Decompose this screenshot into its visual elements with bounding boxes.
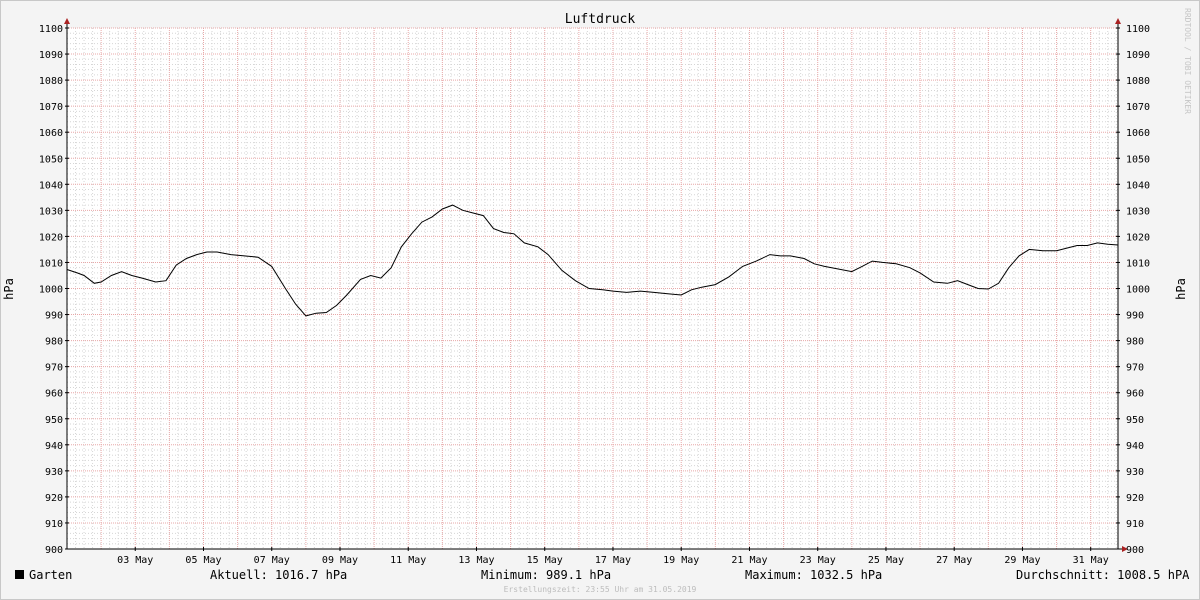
y-tick-label-left: 980 bbox=[45, 337, 63, 348]
legend-minimum: Minimum: 989.1 hPa bbox=[481, 568, 612, 582]
legend-maximum: Maximum: 1032.5 hPa bbox=[745, 568, 883, 582]
x-tick-label: 21 May bbox=[731, 555, 767, 566]
y-tick-label-right: 1030 bbox=[1126, 206, 1150, 217]
y-tick-label-left: 1060 bbox=[39, 128, 63, 139]
y-tick-label-left: 1000 bbox=[39, 285, 63, 296]
legend-swatch bbox=[15, 570, 24, 579]
y-tick-label-left: 960 bbox=[45, 389, 63, 400]
y-tick-label-right: 1020 bbox=[1126, 232, 1150, 243]
x-tick-label: 23 May bbox=[800, 555, 836, 566]
chart-title: Luftdruck bbox=[565, 12, 636, 27]
y-tick-label-right: 1050 bbox=[1126, 154, 1150, 165]
y-tick-label-right: 900 bbox=[1126, 545, 1144, 556]
x-tick-label: 17 May bbox=[595, 555, 631, 566]
y-tick-label-left: 1100 bbox=[39, 24, 63, 35]
y-tick-label-left: 920 bbox=[45, 493, 63, 504]
y-axis-arrow-right bbox=[1115, 18, 1121, 24]
y-tick-label-right: 1040 bbox=[1126, 180, 1150, 191]
x-tick-label: 05 May bbox=[185, 555, 221, 566]
y-tick-label-left: 1080 bbox=[39, 76, 63, 87]
y-tick-label-right: 970 bbox=[1126, 363, 1144, 374]
y-tick-label-right: 910 bbox=[1126, 519, 1144, 530]
x-tick-label: 29 May bbox=[1004, 555, 1040, 566]
y-tick-label-right: 940 bbox=[1126, 441, 1144, 452]
y-tick-label-left: 990 bbox=[45, 311, 63, 322]
y-tick-label-right: 1070 bbox=[1126, 102, 1150, 113]
y-tick-label-left: 910 bbox=[45, 519, 63, 530]
y-tick-label-left: 900 bbox=[45, 545, 63, 556]
y-tick-label-right: 980 bbox=[1126, 337, 1144, 348]
x-tick-label: 13 May bbox=[458, 555, 494, 566]
y-tick-label-right: 960 bbox=[1126, 389, 1144, 400]
y-tick-label-right: 930 bbox=[1126, 467, 1144, 478]
chart-window: 900 910 920 930 940 950 960 970 980 990 1000 1010 10… bbox=[0, 0, 1200, 600]
x-tick-label: 11 May bbox=[390, 555, 426, 566]
y-axis-label-left: hPa bbox=[2, 278, 16, 300]
pressure-chart: 900 910 920 930 940 950 960 970 980 990 1000 1010 10… bbox=[2, 12, 1188, 566]
y-tick-label-right: 1060 bbox=[1126, 128, 1150, 139]
y-tick-label-left: 1050 bbox=[39, 154, 63, 165]
legend-series: Garten bbox=[15, 568, 72, 582]
y-tick-label-right: 1000 bbox=[1126, 285, 1150, 296]
y-tick-labels-right: 900 910 920 930 940 950 960 970 980 990 1000 1010 10… bbox=[1126, 24, 1150, 556]
y-tick-label-left: 1020 bbox=[39, 232, 63, 243]
legend-current: Aktuell: 1016.7 hPa bbox=[210, 568, 348, 582]
x-tick-label: 19 May bbox=[663, 555, 699, 566]
y-tick-label-left: 1070 bbox=[39, 102, 63, 113]
x-tick-label: 09 May bbox=[322, 555, 358, 566]
y-tick-label-left: 940 bbox=[45, 441, 63, 452]
y-axis-label-right: hPa bbox=[1174, 278, 1188, 300]
y-tick-label-right: 990 bbox=[1126, 311, 1144, 322]
y-tick-label-left: 1030 bbox=[39, 206, 63, 217]
x-tick-label: 27 May bbox=[936, 555, 972, 566]
x-tick-labels: 03 May 05 May 07 May 09 May 11 May 13 May 15 M… bbox=[117, 555, 1109, 566]
y-tick-label-right: 950 bbox=[1126, 415, 1144, 426]
legend-series-name: Garten bbox=[29, 568, 73, 582]
y-tick-label-left: 1040 bbox=[39, 180, 63, 191]
y-tick-label-right: 1090 bbox=[1126, 50, 1150, 61]
x-tick-label: 25 May bbox=[868, 555, 904, 566]
y-tick-label-left: 1090 bbox=[39, 50, 63, 61]
y-tick-label-right: 920 bbox=[1126, 493, 1144, 504]
y-tick-label-right: 1080 bbox=[1126, 76, 1150, 87]
y-axis-arrow-left bbox=[64, 18, 70, 24]
x-tick-label: 03 May bbox=[117, 555, 153, 566]
y-tick-label-right: 1100 bbox=[1126, 24, 1150, 35]
y-tick-label-left: 930 bbox=[45, 467, 63, 478]
x-tick-label: 07 May bbox=[254, 555, 290, 566]
y-tick-label-left: 950 bbox=[45, 415, 63, 426]
y-tick-labels-left: 900 910 920 930 940 950 960 970 980 990 1000 1010 10… bbox=[39, 24, 63, 556]
x-tick-label: 31 May bbox=[1073, 555, 1109, 566]
x-tick-label: 15 May bbox=[527, 555, 563, 566]
legend-average: Durchschnitt: 1008.5 hPA bbox=[1016, 568, 1190, 582]
y-tick-label-left: 970 bbox=[45, 363, 63, 374]
watermark: RRDTOOL / TOBI OETIKER bbox=[1183, 8, 1192, 114]
footer-timestamp: Erstellungszeit: 23:55 Uhr am 31.05.2019 bbox=[503, 585, 697, 594]
y-tick-label-left: 1010 bbox=[39, 258, 63, 269]
y-tick-label-right: 1010 bbox=[1126, 258, 1150, 269]
